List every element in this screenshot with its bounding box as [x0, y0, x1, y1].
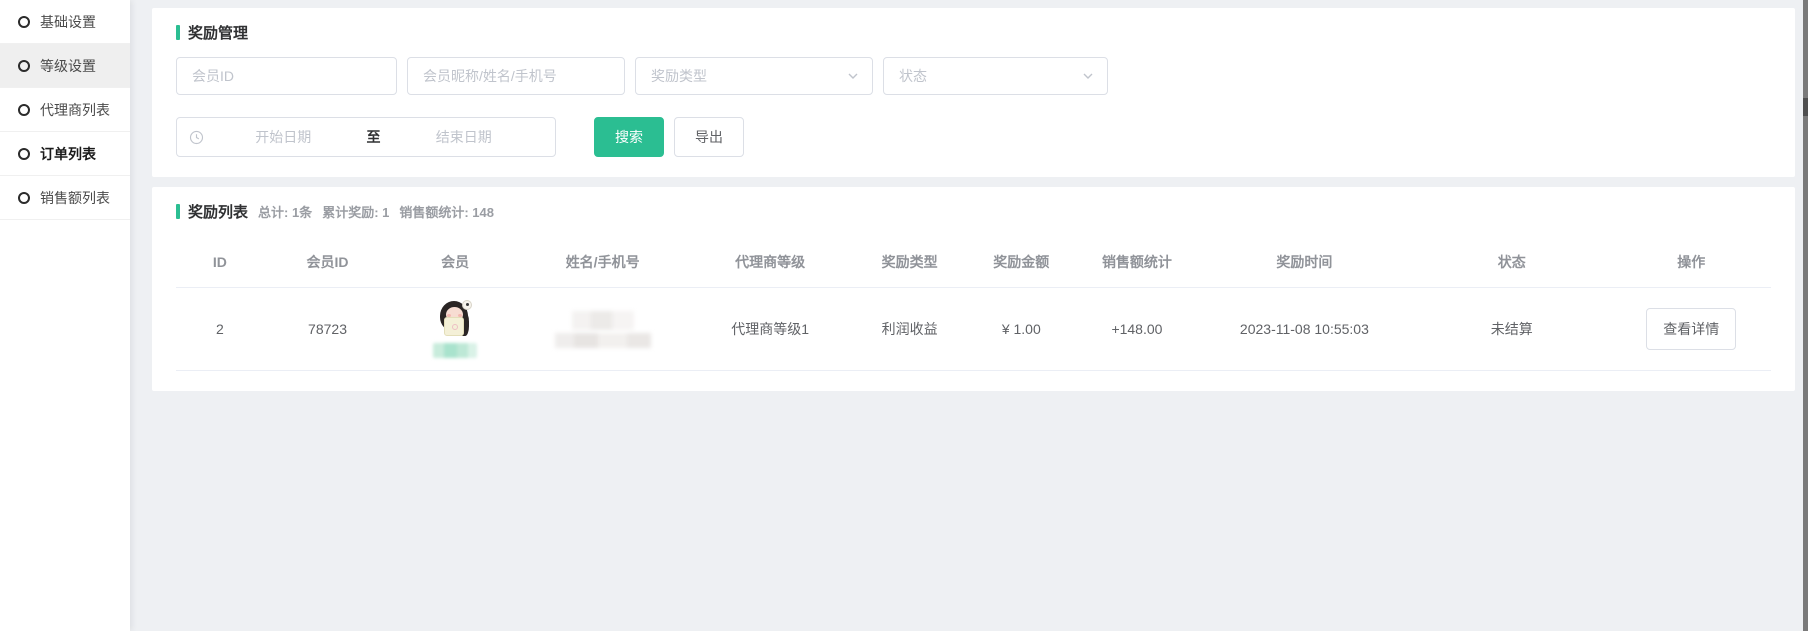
summary-sales: 销售额统计: 148: [399, 202, 494, 221]
nickname-blurred: [433, 343, 477, 358]
col-header-sales-total: 销售额统计: [1077, 236, 1197, 288]
list-section-title: 奖励列表 总计: 1条 累计奖励: 1 销售额统计: 148: [176, 201, 1771, 222]
page-title: 奖励管理: [188, 22, 248, 43]
sidebar-item-label: 基础设置: [40, 12, 96, 32]
col-header-member-id: 会员ID: [264, 236, 392, 288]
filter-row-date: 开始日期 至 结束日期 搜索 导出: [176, 117, 1771, 157]
sidebar-item-label: 销售额列表: [40, 188, 110, 208]
col-header-member: 会员: [391, 236, 519, 288]
filter-row-inputs: 奖励类型 状态: [176, 57, 1771, 95]
status-select[interactable]: 状态: [883, 57, 1108, 95]
radio-circle-icon: [18, 192, 30, 204]
col-header-reward-amount: 奖励金额: [965, 236, 1077, 288]
sidebar-item-agent-list[interactable]: 代理商列表: [0, 88, 130, 132]
cell-sales-total: +148.00: [1077, 288, 1197, 371]
status-text: 未结算: [1491, 321, 1533, 337]
date-start-placeholder[interactable]: 开始日期: [204, 127, 363, 147]
scrollbar[interactable]: [1803, 0, 1808, 631]
col-header-action: 操作: [1611, 236, 1771, 288]
member-name-input[interactable]: [407, 57, 625, 95]
cell-member-id: 78723: [264, 288, 392, 371]
chevron-down-icon: [846, 69, 860, 83]
sidebar-item-label: 订单列表: [40, 144, 96, 164]
status-select-placeholder: 状态: [899, 66, 927, 86]
green-bar-icon: [176, 204, 180, 219]
main-content: 奖励管理 奖励类型 状态: [130, 0, 1808, 631]
app-root: 基础设置 等级设置 代理商列表 订单列表 销售额列表 奖励管理: [0, 0, 1808, 631]
export-button[interactable]: 导出: [674, 117, 744, 157]
reward-type-select[interactable]: 奖励类型: [635, 57, 873, 95]
cell-id: 2: [176, 288, 264, 371]
reward-type-select-placeholder: 奖励类型: [651, 66, 707, 86]
filter-section-title: 奖励管理: [176, 22, 1771, 43]
chevron-down-icon: [1081, 69, 1095, 83]
phone-blurred: [555, 333, 651, 348]
sidebar-item-label: 等级设置: [40, 56, 96, 76]
radio-circle-icon: [18, 148, 30, 160]
radio-circle-icon: [18, 16, 30, 28]
sidebar-item-label: 代理商列表: [40, 100, 110, 120]
date-end-placeholder[interactable]: 结束日期: [385, 127, 544, 147]
date-range-input[interactable]: 开始日期 至 结束日期: [176, 117, 556, 157]
sidebar: 基础设置 等级设置 代理商列表 订单列表 销售额列表: [0, 0, 130, 631]
cell-agent-level: 代理商等级1: [686, 288, 853, 371]
cell-name-phone: [519, 288, 686, 371]
cell-action: 查看详情: [1611, 288, 1771, 371]
green-bar-icon: [176, 25, 180, 40]
date-separator-label: 至: [363, 127, 385, 147]
radio-circle-icon: [18, 104, 30, 116]
table-header-row: ID 会员ID 会员 姓名/手机号 代理商等级 奖励类型 奖励金额 销售额统计 …: [176, 236, 1771, 288]
table-row: 2 78723: [176, 288, 1771, 371]
cell-reward-amount: ¥ 1.00: [965, 288, 1077, 371]
summary-total: 总计: 1条: [258, 202, 312, 221]
col-header-reward-type: 奖励类型: [854, 236, 966, 288]
summary-reward: 累计奖励: 1: [322, 202, 389, 221]
reward-time-text: 2023-11-08 10:55:03: [1229, 319, 1379, 339]
cell-member: [391, 288, 519, 371]
clock-icon: [189, 130, 204, 145]
radio-circle-icon: [18, 60, 30, 72]
reward-table: ID 会员ID 会员 姓名/手机号 代理商等级 奖励类型 奖励金额 销售额统计 …: [176, 236, 1771, 371]
sidebar-item-sales-list[interactable]: 销售额列表: [0, 176, 130, 220]
reward-list-card: 奖励列表 总计: 1条 累计奖励: 1 销售额统计: 148 ID: [152, 187, 1795, 391]
sidebar-item-basic-settings[interactable]: 基础设置: [0, 0, 130, 44]
list-summary: 总计: 1条 累计奖励: 1 销售额统计: 148: [258, 202, 494, 221]
cell-reward-type: 利润收益: [854, 288, 966, 371]
col-header-reward-time: 奖励时间: [1197, 236, 1412, 288]
sidebar-item-order-list[interactable]: 订单列表: [0, 132, 130, 176]
search-button[interactable]: 搜索: [594, 117, 664, 157]
scrollbar-thumb[interactable]: [1803, 98, 1808, 116]
reward-filter-card: 奖励管理 奖励类型 状态: [152, 8, 1795, 177]
sidebar-item-level-settings[interactable]: 等级设置: [0, 44, 130, 88]
view-details-button[interactable]: 查看详情: [1646, 308, 1736, 350]
col-header-agent-level: 代理商等级: [686, 236, 853, 288]
cell-status: 未结算: [1412, 288, 1611, 371]
cell-reward-time: 2023-11-08 10:55:03: [1197, 288, 1412, 371]
avatar: [436, 300, 474, 340]
col-header-id: ID: [176, 236, 264, 288]
list-title: 奖励列表: [188, 201, 248, 222]
col-header-status: 状态: [1412, 236, 1611, 288]
col-header-name-phone: 姓名/手机号: [519, 236, 686, 288]
member-id-input[interactable]: [176, 57, 397, 95]
name-blurred: [572, 311, 634, 330]
